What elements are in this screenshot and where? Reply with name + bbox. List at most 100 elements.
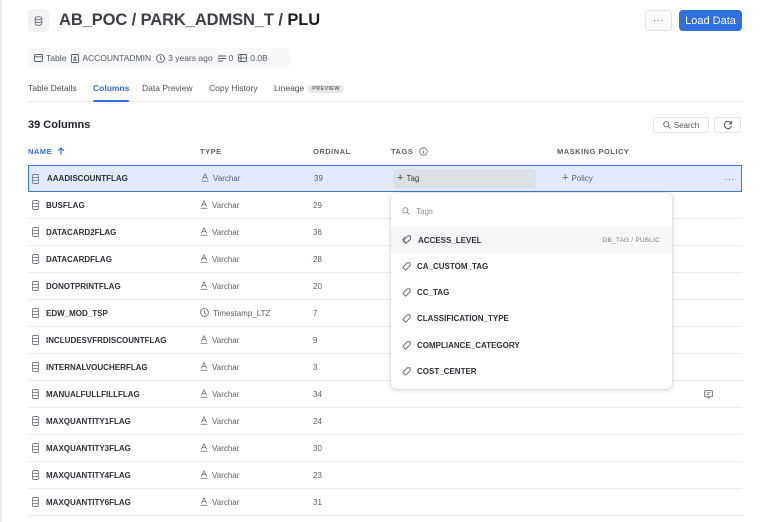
column-type: Timestamp_LTZ	[200, 300, 270, 326]
column-type: Varchar	[200, 219, 239, 245]
table-metadata: Table ACCOUNTADMIN 3 years ago 0 0.0B	[28, 48, 290, 68]
text-type-icon	[200, 226, 208, 238]
add-tag-label: Tag	[406, 174, 420, 183]
title-path: AB_POC / PARK_ADMSN_T /	[59, 11, 288, 29]
header-ordinal[interactable]: ORDINAL	[313, 147, 351, 156]
text-type-icon	[200, 496, 208, 508]
tab-table-details[interactable]: Table Details	[28, 83, 77, 101]
column-name: DONOTPRINTFLAG	[46, 281, 121, 291]
column-ordinal: 20	[313, 281, 322, 291]
page-title: AB_POC / PARK_ADMSN_T / PLU	[59, 11, 320, 30]
add-tag-button[interactable]: + Tag	[393, 169, 536, 188]
column-ordinal: 7	[313, 308, 318, 318]
column-ordinal: 3	[313, 362, 318, 372]
add-policy-label: Policy	[571, 174, 593, 183]
tag-option-label: CA_CUSTOM_TAG	[417, 261, 489, 271]
table-row[interactable]: MAXQUANTITY1FLAG Varchar 24	[28, 408, 742, 435]
tag-option[interactable]: CA_CUSTOM_TAG	[391, 253, 672, 279]
text-type-icon	[200, 469, 208, 481]
storage-icon	[238, 54, 248, 62]
meta-size: 0.0B	[238, 53, 268, 63]
column-type-label: Varchar	[212, 335, 240, 345]
column-type-label: Varchar	[212, 254, 240, 264]
tag-icon	[402, 367, 411, 376]
column-type: Varchar	[200, 489, 239, 515]
text-type-icon	[200, 388, 208, 400]
page-header: AB_POC / PARK_ADMSN_T / PLU ··· Load Dat…	[28, 9, 742, 33]
column-name: EDW_MOD_TSP	[46, 308, 108, 318]
row-more-button[interactable]: ···	[725, 166, 736, 191]
owner-badge-icon	[71, 53, 80, 63]
column-ordinal: 36	[313, 227, 322, 237]
load-data-button[interactable]: Load Data	[679, 10, 742, 31]
column-name: MAXQUANTITY4FLAG	[46, 470, 131, 480]
tag-option[interactable]: COMPLIANCE_CATEGORY	[391, 332, 672, 358]
column-icon	[32, 381, 39, 407]
tab-copy-history[interactable]: Copy History	[209, 83, 258, 101]
search-icon	[402, 207, 410, 215]
tag-option[interactable]: COST_CENTER	[391, 359, 672, 385]
add-policy-button[interactable]: + Policy	[562, 166, 593, 191]
header-tags: TAGS	[391, 147, 428, 156]
text-type-icon	[200, 253, 208, 265]
search-button[interactable]: Search	[653, 117, 709, 133]
tag-option-label: COST_CENTER	[417, 367, 477, 376]
tag-icon	[402, 262, 411, 271]
tab-lineage[interactable]: Lineage PREVIEW	[274, 83, 344, 101]
column-icon	[32, 327, 39, 353]
table-row[interactable]: MAXQUANTITY3FLAG Varchar 30	[28, 435, 742, 462]
tag-option[interactable]: ACCESS_LEVEL DB_TAG / PUBLIC	[391, 227, 672, 253]
refresh-button[interactable]	[714, 117, 741, 133]
tab-columns[interactable]: Columns	[93, 83, 130, 102]
meta-kind-label: Table	[46, 53, 67, 63]
header-name[interactable]: NAME	[28, 147, 65, 156]
column-ordinal: 34	[313, 389, 322, 399]
header-tags-label: TAGS	[391, 147, 414, 156]
meta-rows: 0	[217, 53, 233, 63]
column-ordinal: 31	[313, 497, 322, 507]
column-name: AAADISCOUNTFLAG	[47, 174, 128, 183]
tab-data-preview[interactable]: Data Preview	[142, 83, 193, 101]
column-ordinal: 9	[313, 335, 318, 345]
table-row[interactable]: MAXQUANTITY6FLAG Varchar 31	[28, 489, 742, 516]
tab-label: Lineage	[274, 83, 305, 93]
tab-bar: Table Details Columns Data Preview Copy …	[28, 81, 742, 102]
header-type[interactable]: TYPE	[200, 147, 222, 156]
tag-option-path: DB_TAG / PUBLIC	[602, 236, 660, 244]
info-icon[interactable]	[419, 147, 428, 156]
column-name: MAXQUANTITY6FLAG	[46, 497, 131, 507]
text-type-icon	[200, 334, 208, 346]
column-icon	[32, 408, 39, 434]
more-actions-button[interactable]: ···	[645, 10, 672, 31]
column-type-label: Varchar	[212, 281, 240, 291]
tag-search-input[interactable]	[416, 206, 616, 216]
column-icon	[32, 192, 39, 218]
tag-icon	[402, 235, 412, 245]
column-type: Varchar	[200, 327, 239, 353]
search-label: Search	[673, 120, 700, 130]
text-type-icon	[200, 361, 208, 373]
column-type-label: Varchar	[212, 416, 240, 426]
search-icon	[663, 121, 671, 129]
column-icon	[32, 273, 39, 299]
tag-icon	[402, 314, 411, 324]
meta-owner-label: ACCOUNTADMIN	[82, 53, 152, 63]
tag-option-label: CC_TAG	[417, 288, 450, 298]
column-ordinal: 30	[313, 443, 322, 453]
text-type-icon	[200, 199, 208, 211]
column-name: INCLUDESVFRDISCOUNTFLAG	[46, 335, 167, 345]
column-type-label: Varchar	[212, 497, 240, 507]
sort-ascending-icon	[57, 147, 64, 155]
tag-option[interactable]: CLASSIFICATION_TYPE	[391, 306, 672, 332]
table-row[interactable]: MAXQUANTITY4FLAG Varchar 23	[28, 462, 742, 489]
meta-kind: Table	[34, 53, 66, 63]
column-name: DATACARD2FLAG	[46, 227, 117, 237]
meta-age-label: 3 years ago	[168, 53, 213, 63]
tag-option[interactable]: CC_TAG	[391, 280, 672, 306]
tag-option-label: ACCESS_LEVEL	[418, 235, 482, 245]
comment-icon[interactable]	[704, 381, 713, 407]
column-ordinal: 39	[314, 174, 323, 183]
column-type: Varchar	[200, 408, 239, 434]
tag-search-field[interactable]	[402, 203, 662, 219]
table-row[interactable]: AAADISCOUNTFLAG Varchar 39 + Tag + Policy ···	[28, 165, 742, 192]
